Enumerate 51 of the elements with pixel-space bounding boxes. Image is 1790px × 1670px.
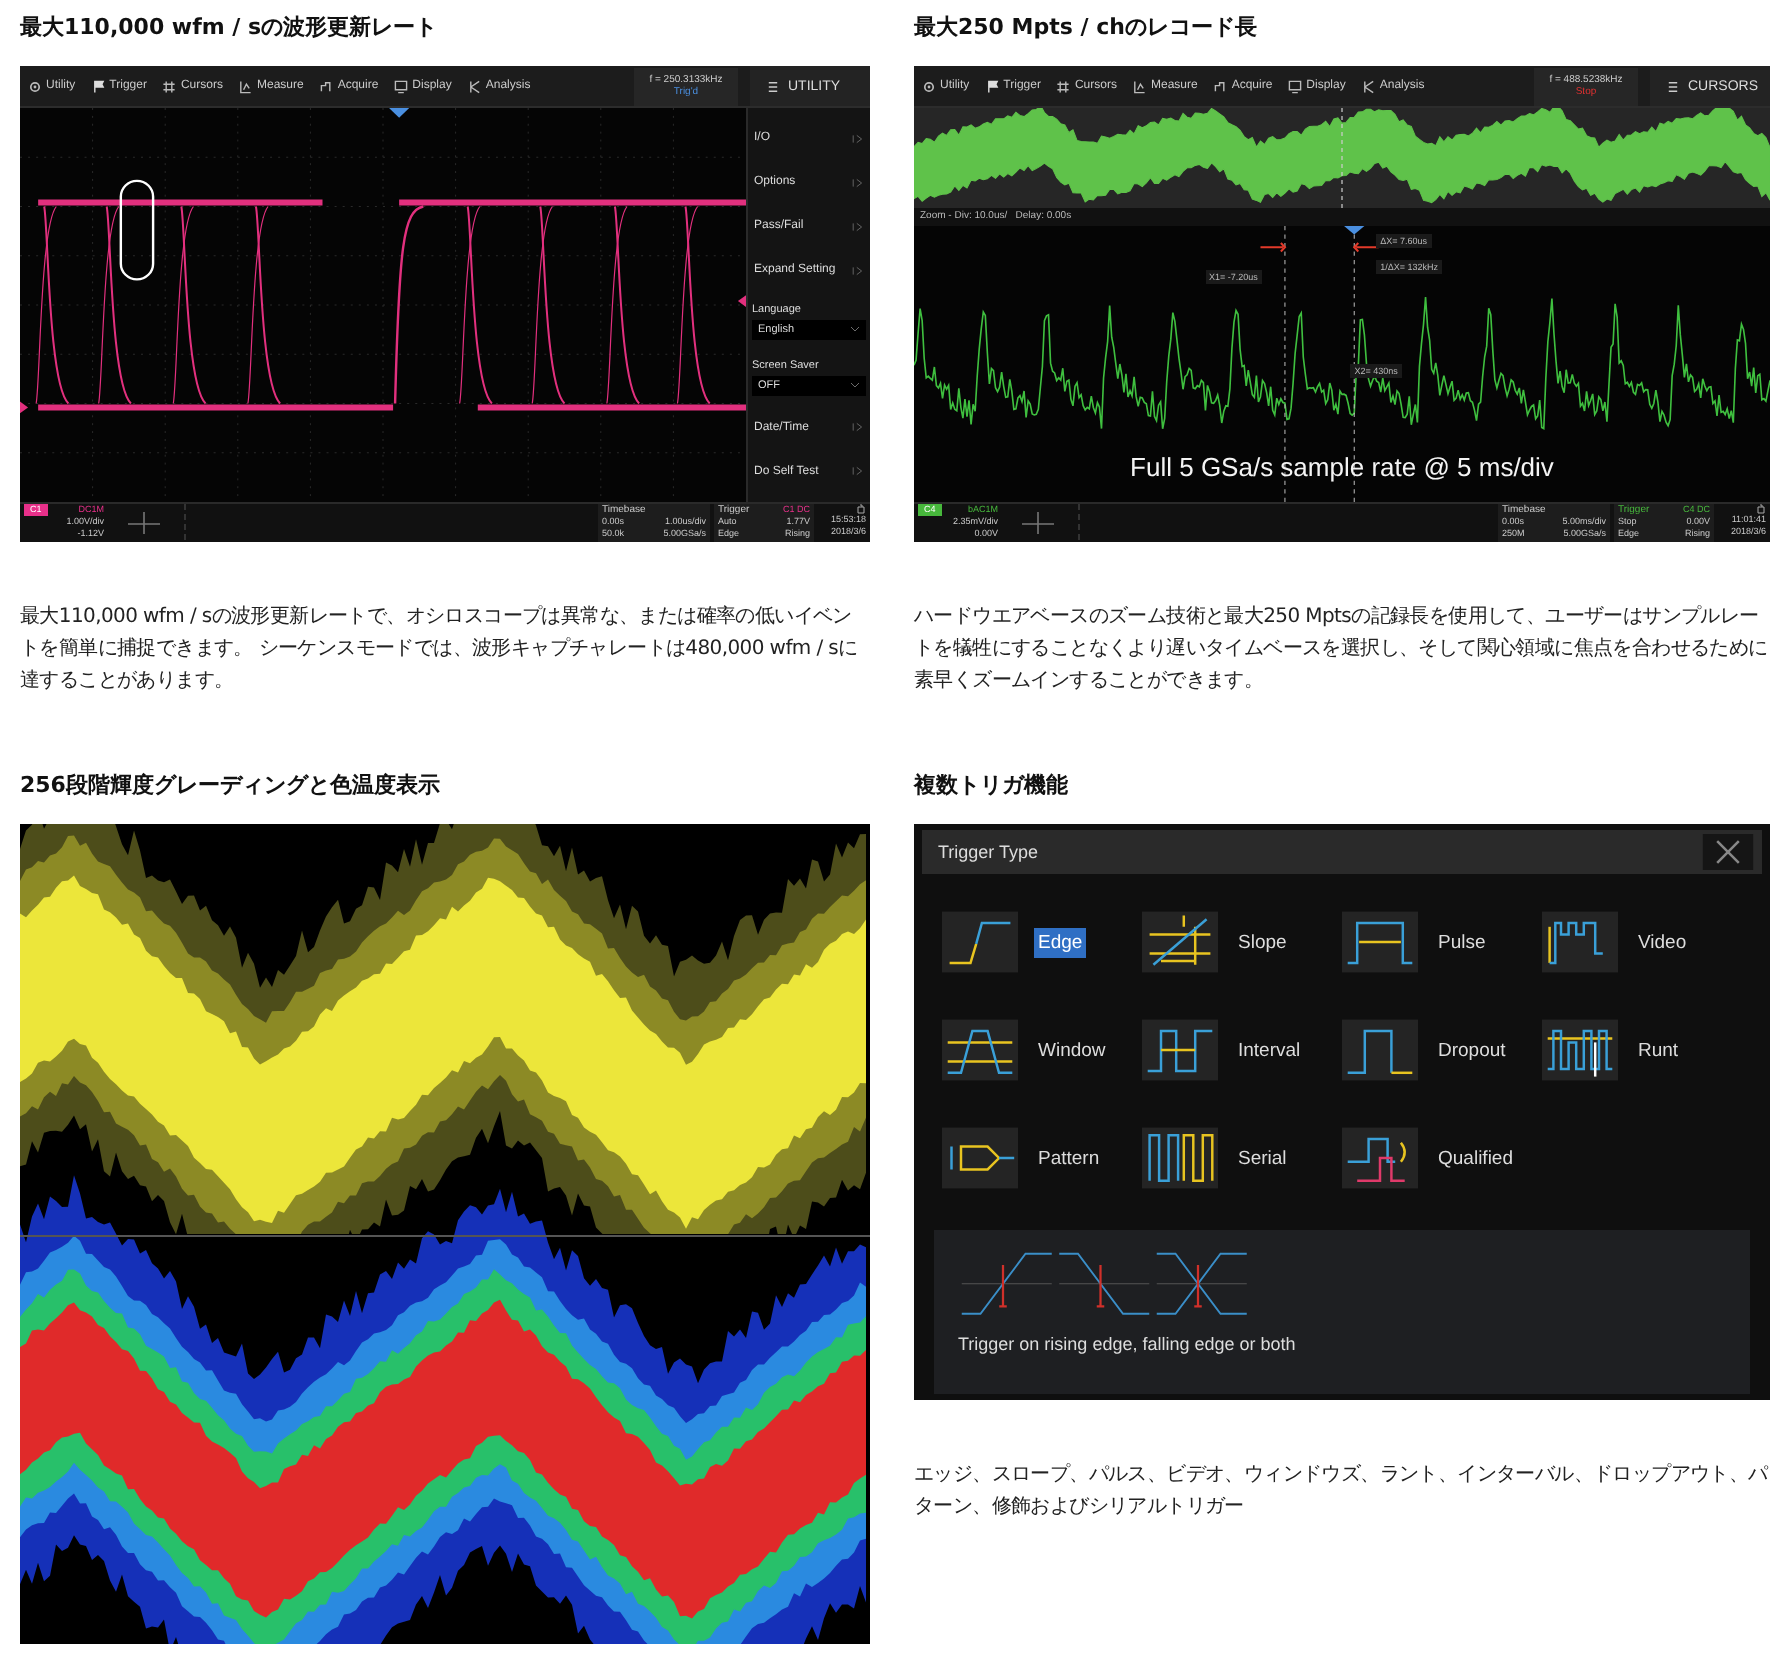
monitor-icon [1288, 79, 1303, 93]
chevron-right-icon [852, 221, 864, 232]
chevron-down-icon [850, 326, 860, 333]
trigger-type-option[interactable]: Pattern [942, 1126, 1142, 1190]
trigger-type-option[interactable]: Dropout [1342, 1018, 1542, 1082]
trigger-type-option[interactable]: Serial [1142, 1126, 1342, 1190]
help-text: Trigger on rising edge, falling edge or both [958, 1334, 1298, 1354]
trigger-type-option[interactable]: Runt [1542, 1018, 1742, 1082]
chevron-right-icon [852, 466, 864, 477]
rising-edge-icon [942, 910, 1018, 974]
trigger-type-option[interactable]: Edge [942, 910, 1142, 974]
menu-icon [1666, 79, 1680, 93]
grid-icon [1056, 79, 1071, 93]
qualified-icon [1342, 1126, 1418, 1190]
monitor-icon [394, 79, 409, 93]
dialog-title: Trigger Type [938, 842, 1039, 862]
description-text: エッジ、スロープ、パルス、ビデオ、ウィンドウズ、ラント、インターバル、ドロップアウト、パターン、修飾およびシリアルトリガー [914, 1461, 1770, 1522]
section-heading: 256段階輝度グレーディングと色温度表示 [20, 769, 442, 801]
serial-icon [1142, 1126, 1218, 1190]
section-heading: 複数トリガ機能 [914, 769, 1070, 801]
dropout-icon [1342, 1018, 1418, 1082]
trigger-type-option[interactable]: Slope [1142, 910, 1342, 974]
caption-text: Full 5 GSa/s sample rate @ 5 ms/div [1128, 452, 1556, 482]
trigger-type-option[interactable]: Window [942, 1018, 1142, 1082]
slope-icon [1142, 910, 1218, 974]
trigger-type-option[interactable]: Video [1542, 910, 1742, 974]
pattern-icon [942, 1126, 1018, 1190]
pulse-icon [1342, 910, 1418, 974]
runt-icon [1542, 1018, 1618, 1082]
chevron-right-icon [852, 177, 864, 188]
interval-icon [1142, 1018, 1218, 1082]
trigger-type-option[interactable]: Pulse [1342, 910, 1542, 974]
flag-icon [91, 79, 106, 93]
chevron-right-icon [852, 133, 864, 144]
trigger-type-option[interactable]: Qualified [1342, 1126, 1542, 1190]
close-icon [1702, 834, 1754, 870]
chevron-right-icon [852, 265, 864, 276]
chevron-right-icon [852, 422, 864, 433]
window-icon [942, 1018, 1018, 1082]
video-signal-icon [1542, 910, 1618, 974]
grid-icon [162, 79, 177, 93]
chevron-down-icon [850, 382, 860, 389]
section-heading: 最大250 Mpts / chのレコード長 [914, 11, 1259, 43]
menu-icon [766, 79, 780, 93]
flag-icon [985, 79, 1000, 93]
gear-icon [28, 79, 42, 93]
gear-icon [922, 79, 936, 93]
description-text: 最大110,000 wfm / sの波形更新レートで、オシロスコープは異常な、または確率の低いイベントを簡単に捕捉できます。 シーケンスモードでは、波形キャプチャレートは480,000 wfm / sに達することがあります。 [20, 603, 860, 696]
description-text: ハードウエアベースのズーム技術と最大250 Mptsの記録長を使用して、ユーザーはサンプルレートを犠牲にすることなくより遅いタイムベースを選択し、そして関心領域に焦点を合わせるために素早くズームインすることができます。 [914, 603, 1770, 696]
section-heading: 最大110,000 wfm / sの波形更新レート [20, 11, 440, 43]
trigger-type-option[interactable]: Interval [1142, 1018, 1342, 1082]
